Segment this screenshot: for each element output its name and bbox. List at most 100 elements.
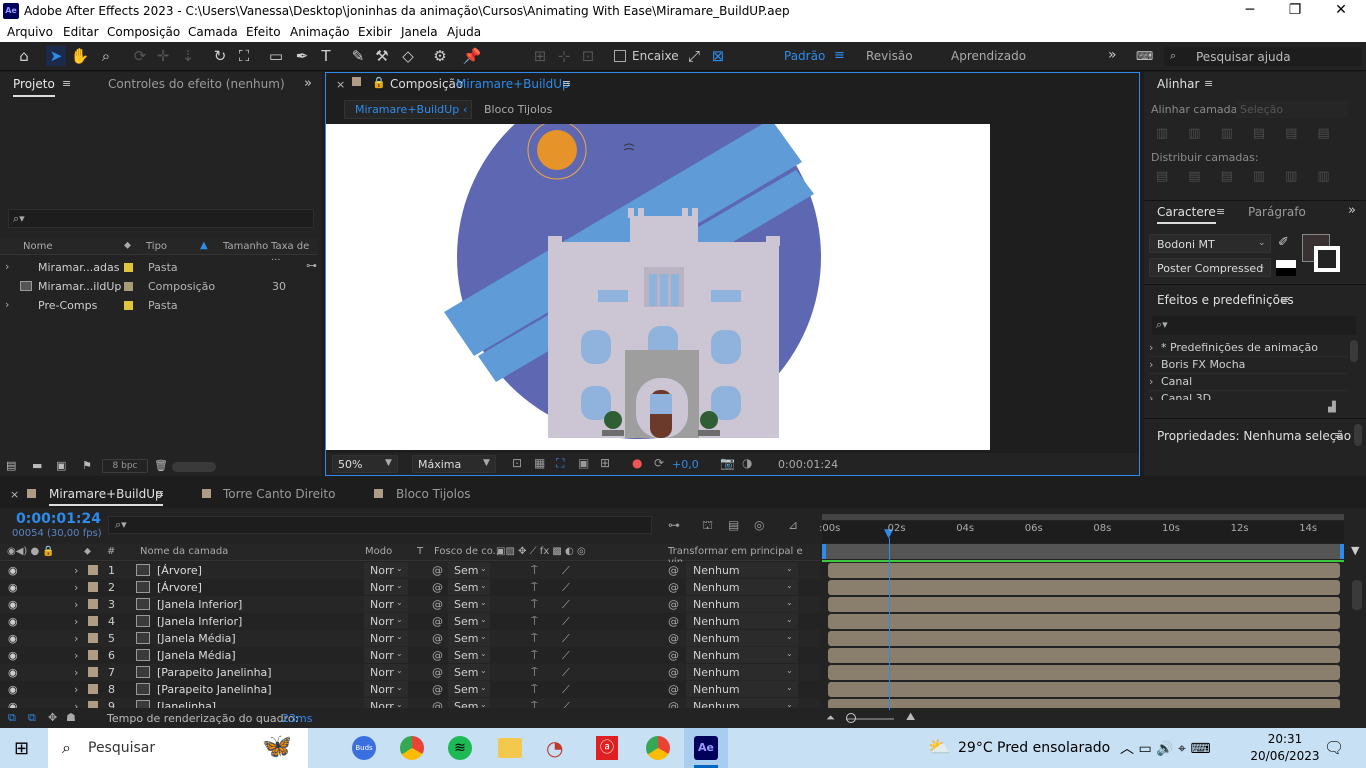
col-matte[interactable]: Fosco de co... bbox=[434, 546, 502, 557]
layer-row[interactable]: ◉ › 9 [Janelinha] Norr ⌄ @ Sem ⌄ ⍑ ⟋ @ N… bbox=[0, 698, 820, 708]
zoom-in-icon[interactable]: ⛰ bbox=[906, 710, 915, 724]
eyedropper-icon[interactable]: ✐ bbox=[1278, 235, 1289, 250]
brush-tool-icon[interactable]: ✎ bbox=[348, 46, 368, 66]
project-menu-icon[interactable]: ≡ bbox=[62, 77, 71, 90]
composition-canvas[interactable] bbox=[326, 124, 990, 450]
layer-row[interactable]: ◉ › 7 [Parapeito Janelinha] Norr ⌄ @ Sem… bbox=[0, 664, 820, 681]
adjust-settings-icon[interactable]: ⚑ bbox=[82, 459, 92, 472]
transparency-grid-icon[interactable]: ▦ bbox=[534, 456, 545, 470]
black-swatch[interactable] bbox=[1276, 268, 1296, 276]
layer-row[interactable]: ◉ › 2 [Árvore] Norr ⌄ @ Sem ⌄ ⍑ ⟋ @ Nenh… bbox=[0, 579, 820, 596]
col-type[interactable]: Tipo bbox=[146, 241, 167, 252]
new-comp-icon[interactable]: ▣ bbox=[56, 459, 66, 472]
zoom-select[interactable]: 50% ▼ bbox=[332, 455, 398, 473]
visibility-eye-icon[interactable]: ◉ bbox=[8, 581, 18, 594]
clone-stamp-icon[interactable]: ⚒ bbox=[372, 46, 392, 66]
expand-icon[interactable]: › bbox=[74, 615, 78, 628]
properties-menu-icon[interactable]: ≡ bbox=[1334, 429, 1343, 442]
matte-pickwhip-icon[interactable]: @ bbox=[432, 598, 443, 611]
layer-switches-toggle-icon[interactable]: ⧉ bbox=[8, 711, 16, 725]
layer-row[interactable]: ◉ › 5 [Janela Média] Norr ⌄ @ Sem ⌄ ⍑ ⟋ … bbox=[0, 630, 820, 647]
parent-pickwhip-icon[interactable]: @ bbox=[668, 564, 679, 577]
thumbnail-slider[interactable] bbox=[172, 462, 216, 472]
notifications-icon[interactable]: 🗨 bbox=[1324, 738, 1344, 757]
render-time-toggle-icon[interactable]: ☗ bbox=[66, 711, 76, 724]
collapse-switch-icon[interactable]: ⍑ bbox=[531, 615, 538, 629]
anchor-tool-icon[interactable]: ⛶ bbox=[234, 46, 254, 66]
collapse-switch-icon[interactable]: ⍑ bbox=[531, 666, 538, 680]
font-style-select[interactable]: Poster Compressed ⌄ bbox=[1149, 258, 1271, 277]
parent-pickwhip-icon[interactable]: @ bbox=[668, 581, 679, 594]
expand-icon[interactable]: › bbox=[5, 260, 9, 273]
label-color-swatch[interactable] bbox=[88, 650, 98, 660]
tab-character[interactable]: Caractere bbox=[1157, 205, 1216, 224]
label-color-swatch[interactable] bbox=[88, 684, 98, 694]
layer-search-input[interactable]: ⌕▾ bbox=[108, 516, 652, 534]
expand-icon[interactable]: › bbox=[5, 298, 9, 311]
buds-app-icon[interactable]: Buds bbox=[352, 736, 376, 760]
world-axis-icon[interactable]: ⊹ bbox=[554, 46, 574, 66]
label-color-swatch[interactable] bbox=[124, 282, 133, 291]
zoom-slider-handle[interactable] bbox=[846, 713, 856, 723]
effects-menu-icon[interactable]: ≡ bbox=[1280, 293, 1289, 306]
effects-search-input[interactable]: ⌕▾ bbox=[1152, 316, 1356, 335]
parent-pickwhip-icon[interactable]: @ bbox=[668, 666, 679, 679]
viewer-timecode[interactable]: 0:00:01:24 bbox=[778, 458, 838, 471]
visibility-eye-icon[interactable]: ◉ bbox=[8, 700, 18, 708]
minimize-button[interactable]: ─ bbox=[1240, 2, 1260, 18]
expand-icon[interactable]: › bbox=[74, 666, 78, 679]
align-to-select[interactable]: Seleção bbox=[1236, 101, 1348, 118]
parent-pickwhip-icon[interactable]: @ bbox=[668, 700, 679, 708]
layer-name[interactable]: [Árvore] bbox=[157, 564, 202, 577]
work-area-range[interactable] bbox=[822, 544, 1344, 559]
character-menu-icon[interactable]: ≡ bbox=[1216, 205, 1225, 218]
matte-pickwhip-icon[interactable]: @ bbox=[432, 564, 443, 577]
region-of-interest-icon[interactable]: ▣ bbox=[578, 456, 589, 470]
pen-tool-icon[interactable]: ✒ bbox=[292, 46, 312, 66]
resolution-select[interactable]: Máxima ▼ bbox=[412, 455, 496, 473]
layer-duration-bar[interactable] bbox=[828, 699, 1340, 708]
delete-icon[interactable]: 🗑 bbox=[154, 459, 168, 472]
collapse-switch-icon[interactable]: ⍑ bbox=[531, 683, 538, 697]
parent-pickwhip-icon[interactable]: @ bbox=[668, 683, 679, 696]
workspace-aprendizado[interactable]: Aprendizado bbox=[951, 49, 1026, 63]
label-color-swatch[interactable] bbox=[88, 565, 98, 575]
breadcrumb-active[interactable]: Miramare+BuildUp ‹ bbox=[344, 100, 472, 119]
restore-button[interactable]: ❐ bbox=[1285, 2, 1305, 18]
chrome-icon[interactable] bbox=[400, 736, 424, 760]
col-layer-name[interactable]: Nome da camada bbox=[140, 546, 228, 557]
layer-duration-bar[interactable] bbox=[828, 665, 1340, 680]
comp-menu-icon[interactable]: ≡ bbox=[562, 77, 571, 90]
close-button[interactable]: ✕ bbox=[1331, 2, 1351, 18]
layer-duration-bar[interactable] bbox=[828, 682, 1340, 697]
matte-pickwhip-icon[interactable]: @ bbox=[432, 683, 443, 696]
layer-name[interactable]: [Janela Inferior] bbox=[157, 598, 242, 611]
expand-icon[interactable]: › bbox=[74, 700, 78, 708]
menu-composicao[interactable]: Composição bbox=[107, 25, 180, 39]
roto-brush-icon[interactable]: ⚙ bbox=[430, 46, 450, 66]
work-area-bar[interactable] bbox=[822, 514, 1344, 520]
new-bin-icon[interactable]: ▟ bbox=[1328, 402, 1336, 413]
expand-icon[interactable]: › bbox=[74, 683, 78, 696]
menu-janela[interactable]: Janela bbox=[401, 25, 438, 39]
visibility-eye-icon[interactable]: ◉ bbox=[8, 615, 18, 628]
menu-arquivo[interactable]: Arquivo bbox=[7, 25, 53, 39]
col-name[interactable]: Nome bbox=[23, 241, 53, 252]
quality-switch-icon[interactable]: ⟋ bbox=[562, 666, 570, 680]
taskbar-search[interactable]: ⌕ Pesquisar 🦋 bbox=[48, 728, 308, 768]
breadcrumb-main[interactable]: Miramare+BuildUp bbox=[355, 103, 459, 116]
layer-name[interactable]: [Janela Média] bbox=[157, 632, 236, 645]
expand-icon[interactable]: › bbox=[74, 598, 78, 611]
ccleaner-icon[interactable]: ◔ bbox=[546, 736, 563, 760]
tray-icons[interactable]: ︿ ▭ 🔊 ⌖ ⌨ bbox=[1120, 738, 1211, 758]
help-search-input[interactable]: ⌕ Pesquisar ajuda bbox=[1164, 47, 1362, 66]
matte-pickwhip-icon[interactable]: @ bbox=[432, 581, 443, 594]
menu-efeito[interactable]: Efeito bbox=[246, 25, 281, 39]
eraser-tool-icon[interactable]: ◇ bbox=[398, 46, 418, 66]
align-menu-icon[interactable]: ≡ bbox=[1204, 77, 1213, 90]
label-color-swatch[interactable] bbox=[88, 633, 98, 643]
tab-project[interactable]: Projeto bbox=[13, 77, 55, 97]
transfer-controls-toggle-icon[interactable]: ⧉ bbox=[28, 711, 36, 725]
distribute-buttons-row[interactable]: ▤▤▤▥▥▥ bbox=[1156, 169, 1350, 184]
selection-tool-icon[interactable]: ➤ bbox=[46, 46, 66, 66]
